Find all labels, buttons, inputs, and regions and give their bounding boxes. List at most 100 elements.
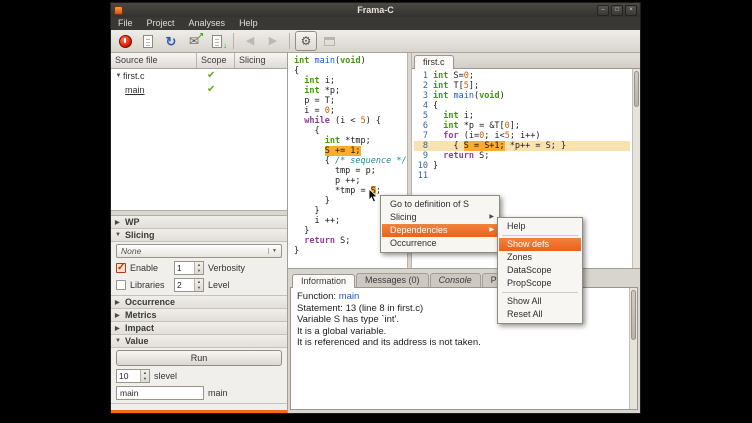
reload-button[interactable]: ↻ [160,31,182,51]
scrollbar-thumb[interactable] [634,71,639,107]
menu-analyses[interactable]: Analyses [182,17,233,30]
minimize-button[interactable]: – [597,5,609,16]
progress-bar [111,410,287,413]
column-source-file[interactable]: Source file [111,53,197,68]
scrollbar-thumb[interactable] [631,290,636,340]
panel-value[interactable]: ▼ Value [111,335,287,348]
libraries-checkbox[interactable] [116,280,126,290]
code-line[interactable]: 9 return S; [414,151,630,161]
code-line[interactable]: int *tmp; [294,136,407,146]
code-line[interactable]: tmp = p; [294,166,407,176]
close-button[interactable]: × [625,5,637,16]
submenu-item-zones[interactable]: Zones [499,251,581,264]
new-session-button[interactable] [137,31,159,51]
code-line[interactable]: 8 { S = S+1; *p++ = S; } [414,141,630,151]
information-panel[interactable]: Function: mainStatement: 13 (line 8 in f… [290,287,638,410]
menu-item-goto-definition[interactable]: Go to definition of S [382,198,498,211]
menu-item-slicing[interactable]: Slicing▶ [382,211,498,224]
submenu-item-propscope[interactable]: PropScope [499,277,581,290]
code-line[interactable]: 2int T[5]; [414,81,630,91]
stepper-buttons[interactable]: ▲▼ [194,262,203,274]
code-line[interactable]: p ++; [294,176,407,186]
panel-slicing[interactable]: ▼ Slicing [111,229,287,242]
tab-information[interactable]: Information [292,274,355,288]
frama-c-window: Frama-C – □ × File Project Analyses Help… [110,2,641,414]
stepper-buttons[interactable]: ▲▼ [140,370,149,382]
tab-console[interactable]: Console [430,273,481,287]
code-line[interactable]: 3int main(void) [414,91,630,101]
exit-button[interactable] [114,31,136,51]
tab-first-c[interactable]: first.c [414,55,454,69]
code-line[interactable]: 6 int *p = &T[0]; [414,121,630,131]
tree-row-main[interactable]: main ✔ [111,83,287,97]
enable-checkbox[interactable] [116,263,126,273]
down-arrow-icon[interactable]: ▼ [141,376,149,382]
submenu-item-help[interactable]: Help [499,220,581,233]
code-line[interactable]: 11 [414,171,630,181]
submenu-item-show-all[interactable]: Show All [499,295,581,308]
enable-row: Enable 1 ▲▼ Verbosity [116,260,282,275]
tab-messages[interactable]: Messages (0) [356,273,429,287]
expander-icon[interactable]: ▼ [114,73,123,79]
menu-project[interactable]: Project [140,17,182,30]
save-session-button[interactable]: ↓ [206,31,228,51]
menu-item-dependencies[interactable]: Dependencies▶ [382,224,498,237]
main-function-input[interactable]: main [116,386,204,400]
code-line[interactable]: i = 0; [294,106,407,116]
menu-item-label: Dependencies [390,225,448,235]
menu-separator [502,235,578,236]
code-line[interactable]: while (i < 5) { [294,116,407,126]
code-line[interactable]: { /* sequence */ [294,156,407,166]
menu-help[interactable]: Help [232,17,265,30]
slevel-stepper[interactable]: 10 ▲▼ [116,369,150,383]
line-number: 7 [414,131,428,141]
vertical-scrollbar[interactable] [632,69,640,268]
code-line[interactable]: int i; [294,76,407,86]
detach-window-button[interactable] [318,31,340,51]
column-slicing[interactable]: Slicing [235,53,287,68]
code-line[interactable]: 4{ [414,101,630,111]
menu-item-occurrence[interactable]: Occurrence [382,237,498,250]
window-title: Frama-C [111,3,640,17]
stepper-buttons[interactable]: ▲▼ [194,279,203,291]
code-line[interactable]: 1int S=0; [414,71,630,81]
maximize-button[interactable]: □ [611,5,623,16]
panel-label: Slicing [125,230,155,240]
tree-item-label[interactable]: first.c [123,71,145,81]
code-line[interactable]: S += 1; [294,146,407,156]
history-forward-button[interactable]: ▶ [262,31,284,51]
code-line[interactable]: p = T; [294,96,407,106]
panel-impact[interactable]: ▶ Impact [111,322,287,335]
code-line[interactable]: { [294,66,407,76]
down-arrow-icon[interactable]: ▼ [195,285,203,291]
verbosity-stepper[interactable]: 1 ▲▼ [174,261,204,275]
code-line[interactable]: int *p; [294,86,407,96]
code-line[interactable]: 5 int i; [414,111,630,121]
code-line[interactable]: 7 for (i=0; i<5; i++) [414,131,630,141]
vertical-scrollbar[interactable] [629,288,637,409]
down-arrow-icon[interactable]: ▼ [195,268,203,274]
panel-wp[interactable]: ▶ WP [111,216,287,229]
submenu-item-datascope[interactable]: DataScope [499,264,581,277]
tree-row-first-c[interactable]: ▼ first.c ✔ [111,69,287,83]
run-button[interactable]: Run [116,350,282,366]
line-number: 9 [414,151,428,161]
tree-item-label[interactable]: main [125,85,145,95]
level-stepper[interactable]: 2 ▲▼ [174,278,204,292]
titlebar[interactable]: Frama-C – □ × [111,3,640,17]
code-line[interactable]: int main(void) [294,56,407,66]
submenu-item-show-defs[interactable]: Show defs [499,238,581,251]
panel-occurrence[interactable]: ▶ Occurrence [111,296,287,309]
analyses-button[interactable]: ⚙ [295,31,317,51]
panel-metrics[interactable]: ▶ Metrics [111,309,287,322]
column-scope[interactable]: Scope [197,53,235,68]
menu-file[interactable]: File [111,17,140,30]
load-session-button[interactable]: ✉↗ [183,31,205,51]
code-line[interactable]: 10} [414,161,630,171]
arrow-down-icon: ↓ [223,42,227,50]
slicing-selection-dropdown[interactable]: None ▼ [116,244,282,258]
code-line[interactable]: { [294,126,407,136]
history-back-button[interactable]: ◀ [239,31,261,51]
stepper-value: 2 [175,279,194,291]
submenu-item-reset-all[interactable]: Reset All [499,308,581,321]
